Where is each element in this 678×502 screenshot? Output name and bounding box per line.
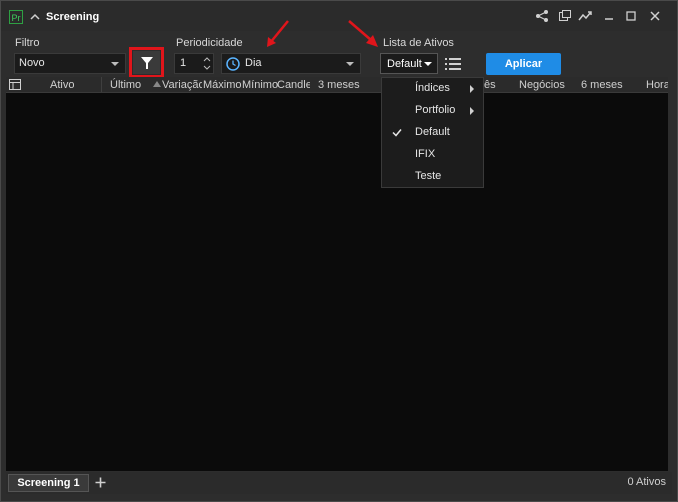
menu-item-label: Teste [415,170,442,182]
column-mes[interactable]: ês [484,79,496,91]
periodicidade-label: Periodicidade [176,37,243,49]
menu-item-default[interactable]: Default [382,122,483,143]
column-negocios[interactable]: Negócios [519,79,565,91]
menu-item-teste[interactable]: Teste [382,166,483,187]
title-bar [1,1,677,31]
column-candle[interactable]: Candle [277,79,310,91]
add-tab-icon[interactable] [95,477,106,488]
apply-button[interactable]: Aplicar [486,53,561,75]
chevron-down-icon [424,62,432,66]
menu-item-label: Default [415,126,450,138]
checkmark-icon [392,129,402,137]
periodicidade-stepper[interactable]: 1 [174,53,214,74]
annotation-arrow-icon [348,20,378,47]
period-select[interactable]: Dia [221,53,361,74]
menu-item-label: Índices [415,82,450,94]
column-divider [101,77,102,92]
lista-ativos-label: Lista de Ativos [383,37,454,49]
list-icon[interactable] [445,57,461,71]
menu-item-label: Portfolio [415,104,456,116]
column-3-meses[interactable]: 3 meses [318,79,360,91]
share-icon[interactable] [533,7,551,25]
filtro-value: Novo [19,57,45,69]
maximize-icon[interactable] [622,7,640,25]
lista-ativos-menu: Índices Portfolio Default IFIX Teste [381,77,484,188]
column-variacao[interactable]: Variação [162,79,202,91]
footer-bar: Screening 1 0 Ativos [6,472,672,494]
menu-item-indices[interactable]: Índices [382,78,483,99]
filtro-select[interactable]: Novo [14,53,126,74]
column-hora[interactable]: Hora [646,79,668,91]
menu-item-label: IFIX [415,148,436,160]
popout-icon[interactable] [556,7,574,25]
chevron-up-icon[interactable] [26,8,44,26]
column-ultimo[interactable]: Último [110,79,141,91]
lista-ativos-select[interactable]: Default [380,53,438,74]
stepper-arrows-icon[interactable] [203,56,211,71]
annotation-arrow-icon [267,20,289,47]
period-value: Dia [245,57,262,69]
asset-count: 0 Ativos [627,476,666,488]
app-badge: Pr [9,10,23,24]
chevron-down-icon [111,62,119,66]
clock-icon [226,57,240,71]
menu-item-portfolio[interactable]: Portfolio [382,100,483,121]
lista-ativos-value: Default [387,58,422,70]
trend-icon[interactable] [577,7,595,25]
results-grid[interactable] [6,93,668,471]
minimize-icon[interactable] [600,7,618,25]
sort-up-icon [153,81,161,87]
filtro-label: Filtro [15,37,40,49]
column-minimo[interactable]: Mínimo [242,79,278,91]
column-6-meses[interactable]: 6 meses [581,79,623,91]
column-maximo[interactable]: Máximo [203,79,242,91]
chevron-right-icon [470,85,474,93]
menu-item-ifix[interactable]: IFIX [382,144,483,165]
chevron-down-icon [346,62,354,66]
close-icon[interactable] [646,7,664,25]
filter-button-highlight [129,47,164,78]
periodicidade-number: 1 [180,57,187,69]
window-title: Screening [46,11,100,23]
table-settings-icon[interactable] [9,79,21,90]
table-header: Ativo Último Variação Máximo Mínimo Cand… [6,77,668,93]
chevron-right-icon [470,107,474,115]
column-ativo[interactable]: Ativo [50,79,74,91]
tab-screening-1[interactable]: Screening 1 [8,474,89,492]
